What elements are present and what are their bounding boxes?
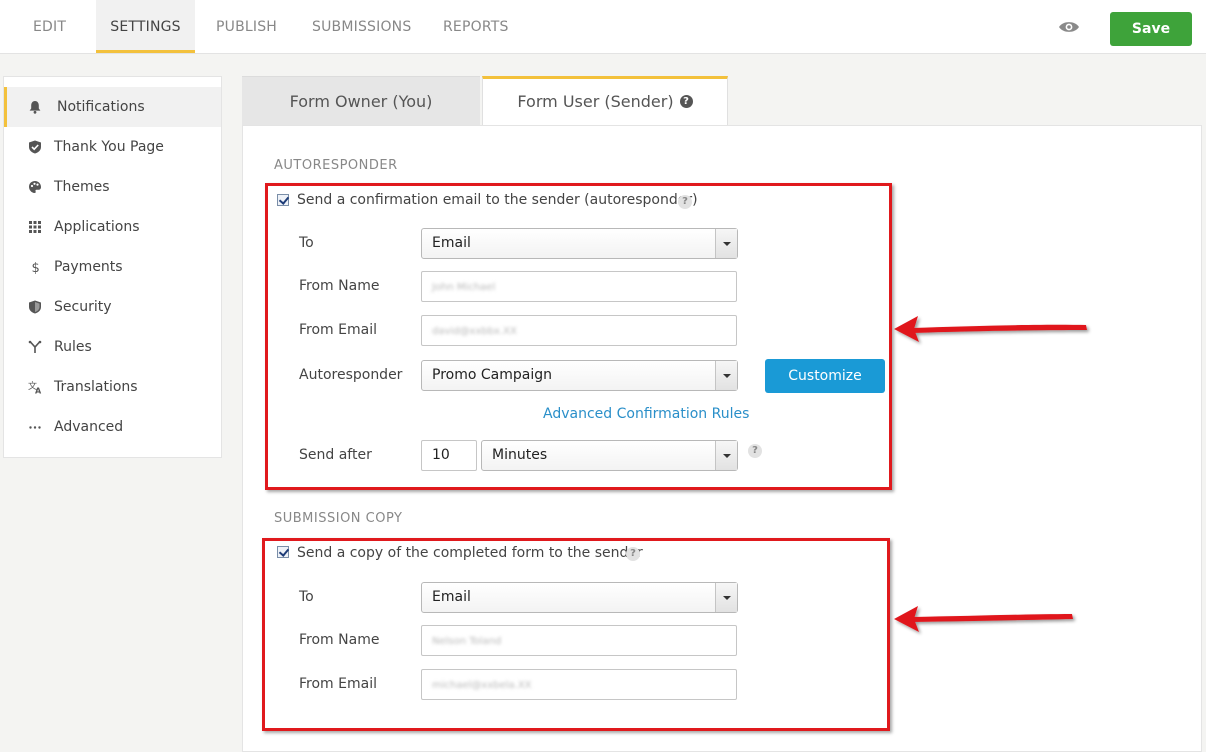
to-select[interactable]: Email	[421, 228, 738, 259]
ellipsis-icon	[29, 426, 41, 429]
tab-form-user[interactable]: Form User (Sender)?	[482, 76, 728, 126]
from-email-input[interactable]: michael@xxbela.XX	[421, 669, 737, 700]
shield-check-icon	[29, 140, 41, 154]
to-select-value: Email	[432, 589, 471, 605]
from-email-value: david@xxbbx.XX	[432, 326, 517, 337]
submission-copy-checkbox-label: Send a copy of the completed form to the…	[297, 545, 643, 561]
grid-icon	[29, 221, 41, 233]
sidebar-item-applications[interactable]: Applications	[4, 207, 221, 247]
from-name-value: Nelson Toland	[432, 636, 502, 647]
tab-edit[interactable]: EDIT	[33, 0, 66, 52]
send-after-label: Send after	[299, 447, 372, 463]
to-select[interactable]: Email	[421, 582, 738, 613]
help-icon[interactable]: ?	[748, 444, 762, 458]
customize-button[interactable]: Customize	[765, 359, 885, 393]
sidebar-item-payments[interactable]: $ Payments	[4, 247, 221, 287]
chevron-down-icon	[715, 361, 737, 390]
sidebar-item-label: Notifications	[57, 99, 145, 115]
from-email-label: From Email	[299, 676, 377, 692]
from-name-value: John Michael	[432, 282, 496, 293]
security-shield-icon	[29, 300, 41, 314]
branch-icon	[28, 340, 42, 353]
from-name-label: From Name	[299, 632, 380, 648]
submission-copy-checkbox[interactable]	[277, 546, 289, 558]
send-after-value: 10	[432, 447, 450, 463]
autoresponder-select[interactable]: Promo Campaign	[421, 360, 738, 391]
sidebar-item-label: Applications	[54, 219, 140, 235]
sidebar-item-label: Payments	[54, 259, 123, 275]
send-after-unit-select[interactable]: Minutes	[481, 440, 738, 471]
autoresponder-label: Autoresponder	[299, 367, 403, 383]
tab-form-owner[interactable]: Form Owner (You)	[242, 76, 480, 126]
to-label: To	[299, 589, 314, 605]
sidebar-item-themes[interactable]: Themes	[4, 167, 221, 207]
tab-label: Form User (Sender)	[517, 92, 674, 111]
dollar-icon: $	[32, 261, 40, 274]
send-after-unit-value: Minutes	[492, 447, 548, 463]
sidebar-item-label: Themes	[54, 179, 110, 195]
save-button[interactable]: Save	[1110, 12, 1192, 46]
help-icon[interactable]: ?	[678, 195, 692, 209]
chevron-down-icon	[715, 229, 737, 258]
sidebar-item-thank-you-page[interactable]: Thank You Page	[4, 127, 221, 167]
translate-icon: 文 A	[28, 380, 42, 394]
tab-settings[interactable]: SETTINGS	[96, 0, 195, 53]
to-label: To	[299, 235, 314, 251]
submission-copy-section-title: SUBMISSION COPY	[274, 511, 403, 526]
help-icon[interactable]: ?	[626, 547, 640, 561]
sidebar-item-translations[interactable]: 文 A Translations	[4, 367, 221, 407]
settings-sidebar: Notifications Thank You Page Themes Appl…	[3, 76, 222, 458]
from-email-label: From Email	[299, 322, 377, 338]
from-name-label: From Name	[299, 278, 380, 294]
chevron-down-icon	[715, 441, 737, 470]
sidebar-item-rules[interactable]: Rules	[4, 327, 221, 367]
eye-icon[interactable]	[1058, 20, 1080, 34]
from-name-input[interactable]: Nelson Toland	[421, 625, 737, 656]
sidebar-item-label: Security	[54, 299, 112, 315]
top-navigation: EDIT SETTINGS PUBLISH SUBMISSIONS REPORT…	[0, 0, 1206, 54]
send-after-input[interactable]: 10	[421, 440, 477, 471]
annotation-arrow-icon	[894, 316, 1087, 342]
sidebar-item-label: Advanced	[54, 419, 124, 435]
sidebar-item-label: Thank You Page	[54, 139, 164, 155]
sidebar-item-label: Translations	[54, 379, 138, 395]
autoresponder-checkbox-label: Send a confirmation email to the sender …	[297, 192, 698, 208]
chevron-down-icon	[715, 583, 737, 612]
sidebar-item-security[interactable]: Security	[4, 287, 221, 327]
from-email-input[interactable]: david@xxbbx.XX	[421, 315, 737, 346]
sidebar-item-label: Rules	[54, 339, 92, 355]
tab-submissions[interactable]: SUBMISSIONS	[312, 0, 411, 52]
tab-publish[interactable]: PUBLISH	[216, 0, 277, 52]
help-icon[interactable]: ?	[679, 95, 693, 108]
to-select-value: Email	[432, 235, 471, 251]
autoresponder-checkbox[interactable]	[277, 194, 289, 206]
from-email-value: michael@xxbela.XX	[432, 680, 532, 691]
autoresponder-select-value: Promo Campaign	[432, 367, 552, 383]
sidebar-item-advanced[interactable]: Advanced	[4, 407, 221, 447]
tab-label: Form Owner (You)	[289, 92, 433, 111]
svg-text:A: A	[35, 387, 42, 395]
bell-icon	[29, 101, 41, 114]
advanced-confirmation-rules-link[interactable]: Advanced Confirmation Rules	[543, 406, 749, 422]
autoresponder-section-title: AUTORESPONDER	[274, 158, 398, 173]
sidebar-item-notifications[interactable]: Notifications	[4, 87, 221, 127]
palette-icon	[29, 181, 41, 193]
svg-text:$: $	[32, 261, 40, 274]
annotation-arrow-icon	[894, 606, 1073, 632]
from-name-input[interactable]: John Michael	[421, 271, 737, 302]
tab-reports[interactable]: REPORTS	[443, 0, 509, 52]
